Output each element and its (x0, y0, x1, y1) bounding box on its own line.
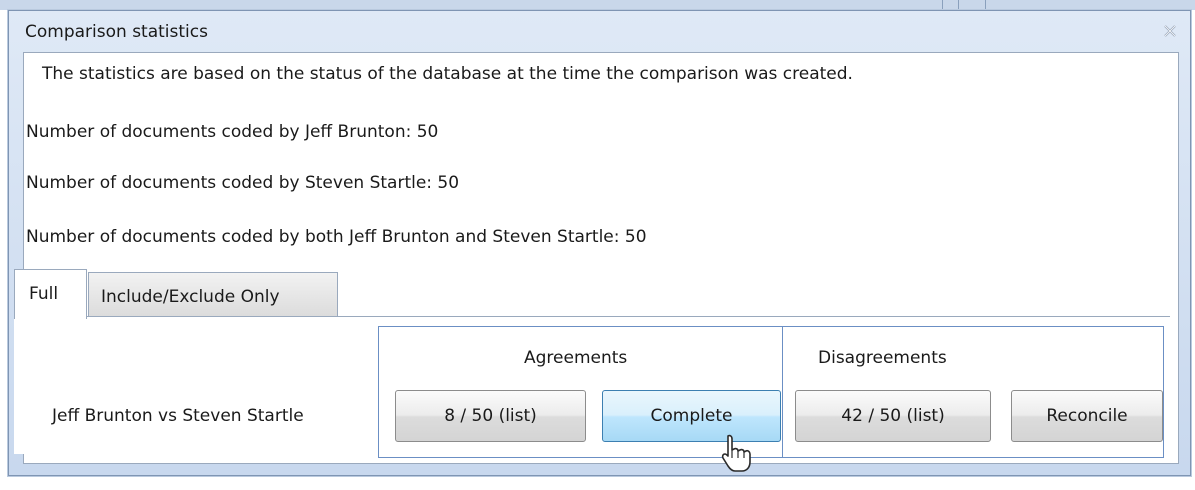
stat-coded-by-second: Number of documents coded by Steven Star… (26, 173, 460, 193)
dialog-titlebar[interactable]: Comparison statistics (9, 11, 1190, 53)
background-app-strip (0, 0, 1195, 10)
background-column-divider (985, 0, 986, 10)
stat-coded-by-both: Number of documents coded by both Jeff B… (26, 227, 647, 247)
group-divider (782, 326, 783, 458)
intro-text: The statistics are based on the status o… (42, 64, 853, 84)
disagreements-list-button[interactable]: 42 / 50 (list) (795, 390, 991, 442)
comparison-row-label: Jeff Brunton vs Steven Startle (52, 406, 304, 426)
background-column-divider (958, 0, 959, 10)
reconcile-button[interactable]: Reconcile (1011, 390, 1163, 442)
tab-full[interactable]: Full (14, 269, 87, 319)
complete-button[interactable]: Complete (602, 390, 781, 442)
stat-coded-by-first: Number of documents coded by Jeff Brunto… (26, 122, 439, 142)
close-icon[interactable] (1160, 21, 1180, 41)
tab-include-exclude-only[interactable]: Include/Exclude Only (88, 272, 338, 317)
agreements-header: Agreements (524, 348, 628, 368)
dialog-title: Comparison statistics (25, 22, 208, 42)
hand-cursor-icon (721, 434, 751, 472)
background-column-divider (942, 0, 943, 10)
disagreements-header: Disagreements (818, 348, 947, 368)
agreements-list-button[interactable]: 8 / 50 (list) (395, 390, 586, 442)
